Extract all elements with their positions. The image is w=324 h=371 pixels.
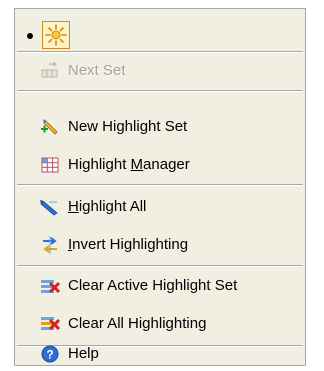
menu-separator	[17, 265, 303, 267]
menu-item-label: Clear All Highlighting	[68, 315, 207, 332]
menu-item-help[interactable]: ? Help	[15, 343, 305, 365]
help-icon: ?	[40, 345, 60, 363]
menu-item-label: Help	[68, 345, 99, 362]
menu-item-label: Invert Highlighting	[68, 236, 189, 253]
menu-item-label: Highlight Manager	[68, 156, 190, 173]
next-set-icon	[40, 61, 60, 80]
new-highlight-set-icon	[40, 118, 60, 136]
invert-highlighting-icon	[40, 236, 60, 254]
menu-separator	[17, 184, 303, 186]
highlight-all-icon	[40, 198, 60, 216]
menu-separator	[17, 90, 303, 92]
menu-item-label: Next Set	[68, 62, 126, 79]
clear-all-highlighting-icon	[40, 315, 61, 333]
menu-item-next-set[interactable]: Next Set	[15, 59, 305, 83]
context-menu: Next Set New Highlight Set Highlight Man…	[14, 8, 306, 366]
menu-item-label: New Highlight Set	[68, 118, 188, 135]
menu-item-highlight-all[interactable]: Highlight All	[15, 195, 305, 219]
highlight-manager-icon	[40, 156, 60, 174]
svg-text:?: ?	[46, 348, 53, 362]
menu-item-highlight-manager[interactable]: Highlight Manager	[15, 153, 305, 177]
clear-active-highlight-set-icon	[40, 277, 61, 295]
menu-item-clear-all-highlighting[interactable]: Clear All Highlighting	[15, 312, 305, 336]
menu-separator	[17, 51, 303, 53]
menu-item-label: Highlight All	[68, 198, 147, 215]
menu-item-clear-active-highlight-set[interactable]: Clear Active Highlight Set	[15, 274, 305, 298]
highlight-mode-sun-icon[interactable]	[42, 21, 70, 49]
menu-item-invert-highlighting[interactable]: Invert Highlighting	[15, 233, 305, 257]
menu-item-label: Clear Active Highlight Set	[68, 277, 238, 294]
radio-bullet-icon	[27, 33, 33, 39]
menu-item-new-highlight-set[interactable]: New Highlight Set	[15, 115, 305, 139]
